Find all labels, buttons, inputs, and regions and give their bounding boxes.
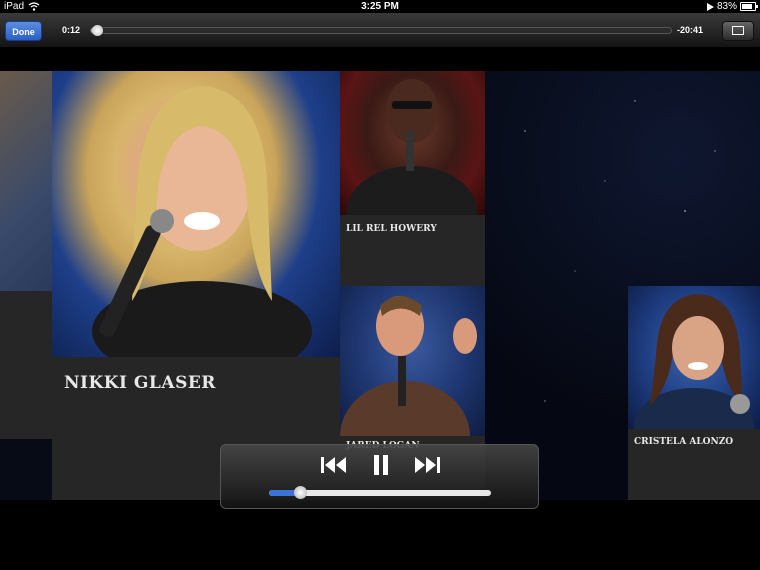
performer-illustration: [92, 86, 312, 381]
status-right: 83%: [706, 0, 758, 13]
next-track-icon[interactable]: [410, 451, 444, 479]
elapsed-time: 0:12: [62, 25, 81, 35]
battery-percent: 83%: [716, 1, 737, 12]
comedian-name: CRISTELA ALONZO: [634, 437, 734, 447]
comedian-card-nikki-glaser[interactable]: NIKKI GLASER: [52, 71, 340, 500]
comedian-photo-lil-rel-howery: [340, 71, 485, 256]
aspect-ratio-button[interactable]: [722, 21, 754, 41]
performer-illustration: [340, 296, 477, 491]
comedian-photo-nikki-glaser: [52, 71, 340, 381]
status-bar: iPad 3:25 PM 83%: [0, 0, 760, 13]
comedian-photo-cristela-alonzo: [628, 286, 760, 464]
player-toolbar: Done 0:12 -20:41: [0, 13, 760, 48]
remaining-time: -20:41: [677, 25, 704, 35]
comedian-card-lil-rel-howery[interactable]: LIL REL HOWERY: [340, 71, 485, 286]
performer-illustration: [347, 79, 477, 256]
partial-comedian-card: [0, 71, 52, 439]
partial-comedian-photo: [0, 71, 52, 291]
battery-icon: [740, 2, 758, 11]
scrubber-thumb[interactable]: [91, 25, 103, 36]
done-button[interactable]: Done: [5, 21, 42, 41]
play-indicator-icon: [706, 2, 714, 11]
letterbox-bottom: [0, 510, 760, 570]
volume-slider[interactable]: [269, 486, 491, 499]
pause-icon[interactable]: [364, 451, 398, 479]
comedian-card-cristela-alonzo[interactable]: CRISTELA ALONZO: [628, 286, 760, 500]
aspect-ratio-icon: [732, 26, 744, 35]
status-time: 3:25 PM: [361, 1, 399, 12]
comedian-name: LIL REL HOWERY: [346, 224, 437, 234]
comedian-photo-jared-logan: [340, 286, 485, 491]
scrubber-track[interactable]: [90, 25, 672, 36]
volume-thumb[interactable]: [294, 486, 308, 499]
playback-controls: [220, 444, 539, 509]
comedian-name: NIKKI GLASER: [64, 373, 216, 393]
previous-track-icon[interactable]: [317, 451, 351, 479]
video-frame[interactable]: NIKKI GLASER LIL REL HOWERY JARED LOGAN: [0, 71, 760, 500]
performer-illustration: [634, 294, 754, 464]
